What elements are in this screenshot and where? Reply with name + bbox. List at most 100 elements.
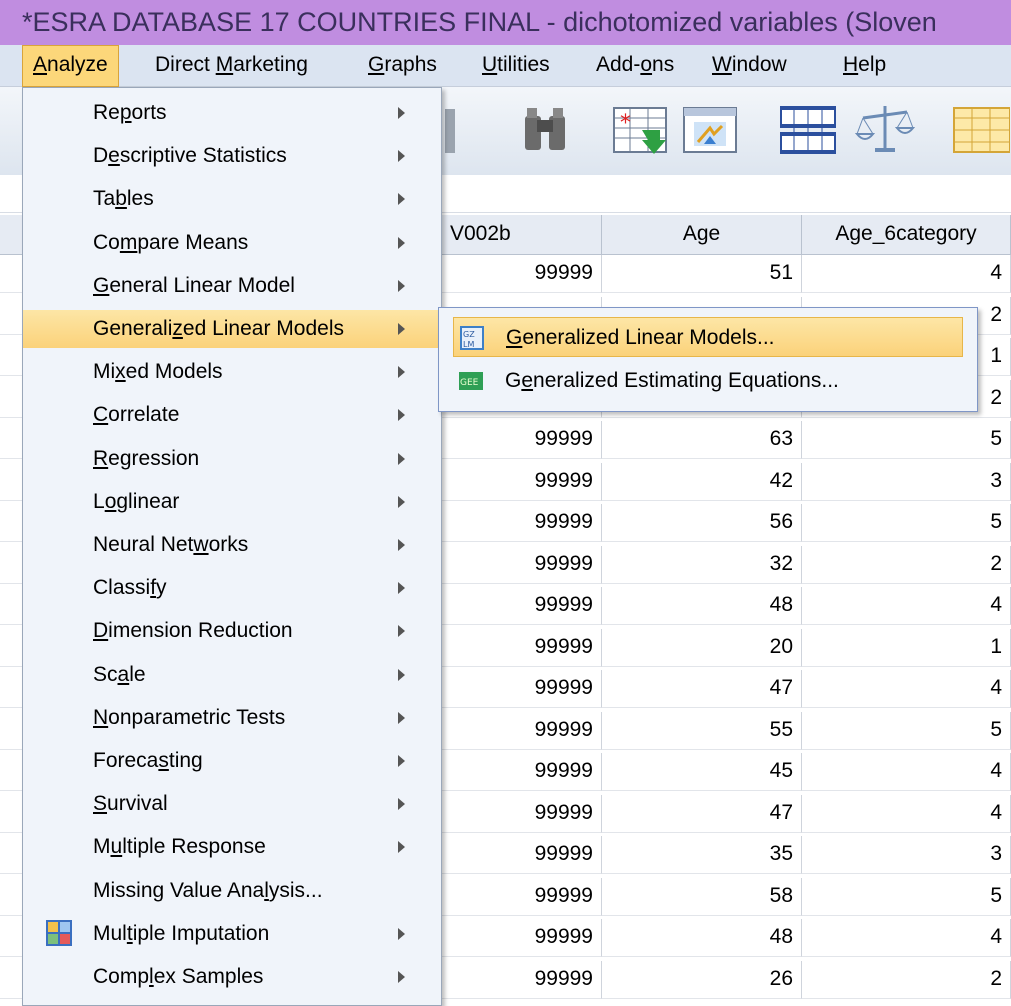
- table-cell[interactable]: 99999: [442, 877, 602, 916]
- table-cell[interactable]: 99999: [442, 462, 602, 501]
- table-cell[interactable]: 99999: [442, 587, 602, 625]
- menu-item[interactable]: Classify: [23, 569, 441, 607]
- menu-item[interactable]: Nonparametric Tests: [23, 699, 441, 737]
- table-cell[interactable]: 56: [602, 504, 802, 542]
- submenu-generalized-linear-models[interactable]: GZ LM Generalized Linear Models...: [453, 317, 963, 357]
- table-cell[interactable]: 4: [802, 587, 1011, 625]
- table-cell[interactable]: 1: [802, 628, 1011, 667]
- menu-item[interactable]: Mixed Models: [23, 353, 441, 391]
- table-cell[interactable]: 51: [602, 255, 802, 293]
- menu-item[interactable]: Forecasting: [23, 742, 441, 780]
- menu-item-label: Generalized Linear Models: [93, 317, 344, 340]
- table-cell[interactable]: 32: [602, 545, 802, 584]
- table-cell[interactable]: 2: [802, 960, 1011, 999]
- menu-item[interactable]: Dimension Reduction: [23, 612, 441, 650]
- menu-item[interactable]: Multiple Response: [23, 828, 441, 866]
- table-cell[interactable]: 47: [602, 794, 802, 833]
- window-title: *ESRA DATABASE 17 COUNTRIES FINAL - dich…: [0, 0, 1011, 45]
- table-cell[interactable]: 58: [602, 877, 802, 916]
- table-cell[interactable]: 48: [602, 587, 802, 625]
- table-cell[interactable]: 5: [802, 504, 1011, 542]
- submenu-arrow-icon: [398, 927, 405, 940]
- table-cell[interactable]: 55: [602, 711, 802, 750]
- column-header-v002b[interactable]: V002b: [442, 215, 602, 255]
- column-header-age-6category[interactable]: Age_6category: [802, 215, 1011, 255]
- menu-item[interactable]: Reports: [23, 94, 441, 132]
- menu-item[interactable]: Loglinear: [23, 483, 441, 521]
- table-cell[interactable]: 3: [802, 836, 1011, 874]
- table-cell[interactable]: 99999: [442, 960, 602, 999]
- table-cell[interactable]: 99999: [442, 711, 602, 750]
- insert-variable-icon[interactable]: [680, 100, 740, 160]
- table-cell[interactable]: 99999: [442, 753, 602, 791]
- table-cell[interactable]: 5: [802, 421, 1011, 459]
- menu-item[interactable]: Multiple Imputation: [23, 915, 441, 953]
- table-cell[interactable]: 4: [802, 670, 1011, 708]
- menu-item-label: Loglinear: [93, 489, 180, 513]
- gee-icon: GEE: [459, 372, 483, 390]
- table-cell[interactable]: 99999: [442, 670, 602, 708]
- table-cell[interactable]: 99999: [442, 421, 602, 459]
- menu-item[interactable]: Neural Networks: [23, 526, 441, 564]
- menu-item[interactable]: Regression: [23, 440, 441, 478]
- menu-item[interactable]: Generalized Linear Models: [23, 310, 441, 348]
- submenu-generalized-estimating-equations[interactable]: GEE Generalized Estimating Equations...: [453, 361, 963, 401]
- menu-item-label: Correlate: [93, 403, 180, 427]
- menu-window[interactable]: Window: [712, 45, 787, 87]
- menu-item[interactable]: General Linear Model: [23, 267, 441, 305]
- menu-item[interactable]: Survival: [23, 785, 441, 823]
- table-cell[interactable]: 4: [802, 794, 1011, 833]
- table-cell[interactable]: 99999: [442, 504, 602, 542]
- menu-item[interactable]: Tables: [23, 180, 441, 218]
- menu-graphs[interactable]: Graphs: [368, 45, 437, 87]
- table-cell[interactable]: 4: [802, 919, 1011, 957]
- menu-utilities[interactable]: Utilities: [482, 45, 550, 87]
- submenu-arrow-icon: [398, 582, 405, 595]
- table-cell[interactable]: 45: [602, 753, 802, 791]
- menu-item-label: Scale: [93, 662, 146, 686]
- menu-item[interactable]: Descriptive Statistics: [23, 137, 441, 175]
- submenu-arrow-icon: [398, 711, 405, 724]
- table-cell[interactable]: 63: [602, 421, 802, 459]
- weight-cases-icon[interactable]: [855, 100, 915, 160]
- submenu-arrow-icon: [398, 279, 405, 292]
- table-cell[interactable]: 99999: [442, 545, 602, 584]
- table-cell[interactable]: 42: [602, 462, 802, 501]
- table-cell[interactable]: 2: [802, 545, 1011, 584]
- menu-item-label: Mixed Models: [93, 360, 223, 384]
- menu-item[interactable]: Missing Value Analysis...: [23, 872, 441, 910]
- table-cell[interactable]: 99999: [442, 794, 602, 833]
- find-binoculars-icon[interactable]: [515, 100, 575, 160]
- table-cell[interactable]: 20: [602, 628, 802, 667]
- menu-item-label: Dimension Reduction: [93, 619, 293, 643]
- menu-help[interactable]: Help: [843, 45, 886, 87]
- menu-analyze[interactable]: Analyze: [22, 45, 119, 87]
- insert-cases-icon[interactable]: *: [610, 100, 670, 160]
- menu-item[interactable]: Complex Samples: [23, 958, 441, 996]
- table-cell[interactable]: 47: [602, 670, 802, 708]
- table-cell[interactable]: 4: [802, 753, 1011, 791]
- menu-add-ons[interactable]: Add-ons: [596, 45, 674, 87]
- column-header-age[interactable]: Age: [602, 215, 802, 255]
- menu-item-label: General Linear Model: [93, 273, 295, 297]
- submenu-arrow-icon: [398, 841, 405, 854]
- table-cell[interactable]: 5: [802, 877, 1011, 916]
- table-cell[interactable]: 5: [802, 711, 1011, 750]
- table-cell[interactable]: 26: [602, 960, 802, 999]
- menu-direct-marketing[interactable]: Direct Marketing: [155, 45, 308, 87]
- table-cell[interactable]: 3: [802, 462, 1011, 501]
- table-cell[interactable]: 48: [602, 919, 802, 957]
- table-cell[interactable]: 99999: [442, 919, 602, 957]
- table-cell[interactable]: 99999: [442, 836, 602, 874]
- table-cell[interactable]: 4: [802, 255, 1011, 293]
- table-cell[interactable]: 99999: [442, 628, 602, 667]
- submenu-arrow-icon: [398, 193, 405, 206]
- split-file-icon[interactable]: [778, 100, 838, 160]
- table-cell[interactable]: 99999: [442, 255, 602, 293]
- table-cell[interactable]: 35: [602, 836, 802, 874]
- menu-item[interactable]: Scale: [23, 656, 441, 694]
- select-cases-icon[interactable]: [950, 100, 1010, 160]
- submenu-arrow-icon: [398, 539, 405, 551]
- menu-item[interactable]: Correlate: [23, 396, 441, 434]
- menu-item[interactable]: Compare Means: [23, 224, 441, 262]
